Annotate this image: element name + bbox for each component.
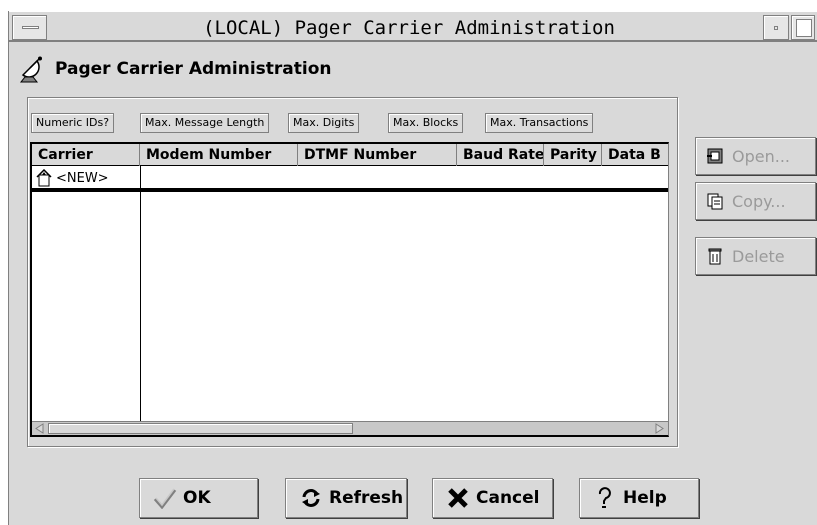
column-header-parity[interactable]: Parity (544, 144, 602, 166)
open-icon (707, 148, 723, 164)
refresh-label: Refresh (329, 488, 404, 508)
page-title: Pager Carrier Administration (55, 59, 332, 79)
copy-button[interactable]: Copy... (695, 182, 816, 220)
max-message-length-button[interactable]: Max. Message Length (140, 113, 270, 133)
column-divider (140, 166, 141, 435)
scroll-right-icon[interactable] (652, 423, 666, 434)
window-title: (LOCAL) Pager Carrier Administration (203, 17, 615, 39)
new-carrier-label: <NEW> (56, 170, 109, 186)
delete-label: Delete (732, 246, 785, 266)
maximize-button[interactable] (791, 15, 815, 40)
help-label: Help (623, 488, 667, 508)
minimize-icon (774, 26, 778, 30)
cancel-label: Cancel (476, 488, 540, 508)
scroll-left-icon[interactable] (33, 423, 47, 434)
satellite-dish-icon (19, 56, 42, 83)
refresh-button[interactable]: Refresh (285, 478, 407, 518)
max-transactions-button[interactable]: Max. Transactions (485, 113, 594, 133)
table-row[interactable]: <NEW> (32, 167, 668, 192)
table-cell-carrier[interactable]: <NEW> (36, 168, 109, 188)
maximize-icon (796, 19, 812, 37)
column-header-baud-rate[interactable]: Baud Rate (457, 144, 544, 166)
column-header-data-bits[interactable]: Data B (602, 144, 668, 166)
numeric-ids-button[interactable]: Numeric IDs? (31, 113, 115, 133)
ok-label: OK (183, 488, 211, 508)
column-header-modem-number[interactable]: Modem Number (140, 144, 298, 166)
scrollbar-thumb[interactable] (48, 423, 353, 434)
refresh-icon (302, 489, 320, 507)
new-record-icon (36, 169, 52, 187)
cancel-button[interactable]: Cancel (432, 478, 553, 518)
page-header: Pager Carrier Administration (19, 53, 331, 85)
selection-underline (32, 189, 668, 192)
table-header: Carrier Modem Number DTMF Number Baud Ra… (32, 144, 668, 166)
delete-button[interactable]: Delete (695, 237, 816, 275)
checkmark-icon (153, 488, 177, 509)
open-button[interactable]: Open... (695, 137, 816, 175)
horizontal-scrollbar[interactable] (32, 421, 668, 435)
title-bar[interactable]: (LOCAL) Pager Carrier Administration (9, 11, 817, 42)
copy-icon (707, 193, 723, 210)
ok-button[interactable]: OK (139, 478, 258, 518)
system-menu-icon (22, 26, 39, 29)
column-header-carrier[interactable]: Carrier (32, 144, 140, 166)
copy-label: Copy... (732, 191, 786, 211)
system-menu-button[interactable] (12, 15, 47, 40)
help-button[interactable]: Help (579, 478, 699, 518)
main-window: (LOCAL) Pager Carrier Administration Pag… (8, 11, 817, 525)
max-blocks-button[interactable]: Max. Blocks (388, 113, 464, 133)
cancel-x-icon (448, 488, 468, 508)
column-header-dtmf-number[interactable]: DTMF Number (298, 144, 457, 166)
trash-icon (708, 248, 722, 265)
help-question-icon (598, 487, 611, 508)
open-label: Open... (732, 146, 790, 166)
max-digits-button[interactable]: Max. Digits (288, 113, 360, 133)
carrier-table[interactable]: Carrier Modem Number DTMF Number Baud Ra… (30, 142, 669, 437)
minimize-button[interactable] (763, 15, 789, 40)
